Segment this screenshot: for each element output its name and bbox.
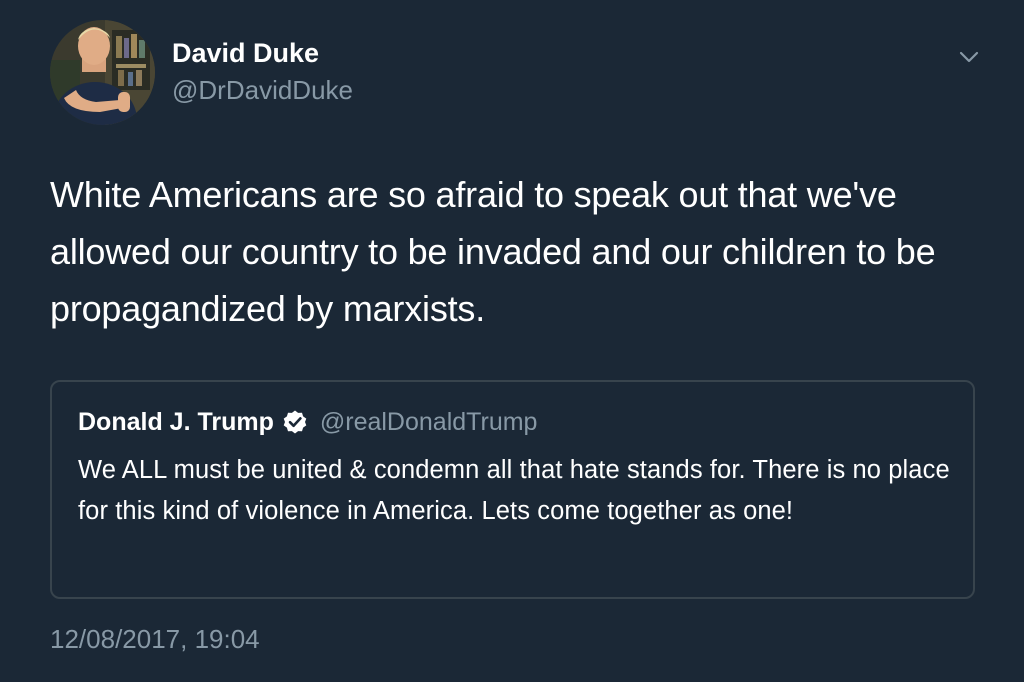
author-name[interactable]: David Duke: [172, 38, 319, 69]
quoted-author-name: Donald J. Trump: [78, 407, 274, 436]
quoted-tweet-text: We ALL must be united & condemn all that…: [78, 456, 950, 525]
chevron-down-icon[interactable]: [956, 47, 982, 67]
quoted-tweet-header: Donald J. Trump @realDonaldTrump: [78, 406, 537, 438]
author-handle[interactable]: @DrDavidDuke: [172, 75, 353, 106]
avatar[interactable]: [50, 20, 155, 125]
tweet-text: White Americans are so afraid to speak o…: [50, 174, 936, 329]
verified-badge-icon: [282, 409, 308, 435]
quoted-tweet[interactable]: Donald J. Trump @realDonaldTrump We ALL …: [50, 380, 975, 599]
avatar-image: [50, 20, 155, 125]
quoted-author-handle: @realDonaldTrump: [319, 407, 538, 436]
tweet-card: David Duke @DrDavidDuke White Americans …: [0, 0, 1024, 682]
tweet-timestamp[interactable]: 12/08/2017, 19:04: [50, 624, 260, 655]
